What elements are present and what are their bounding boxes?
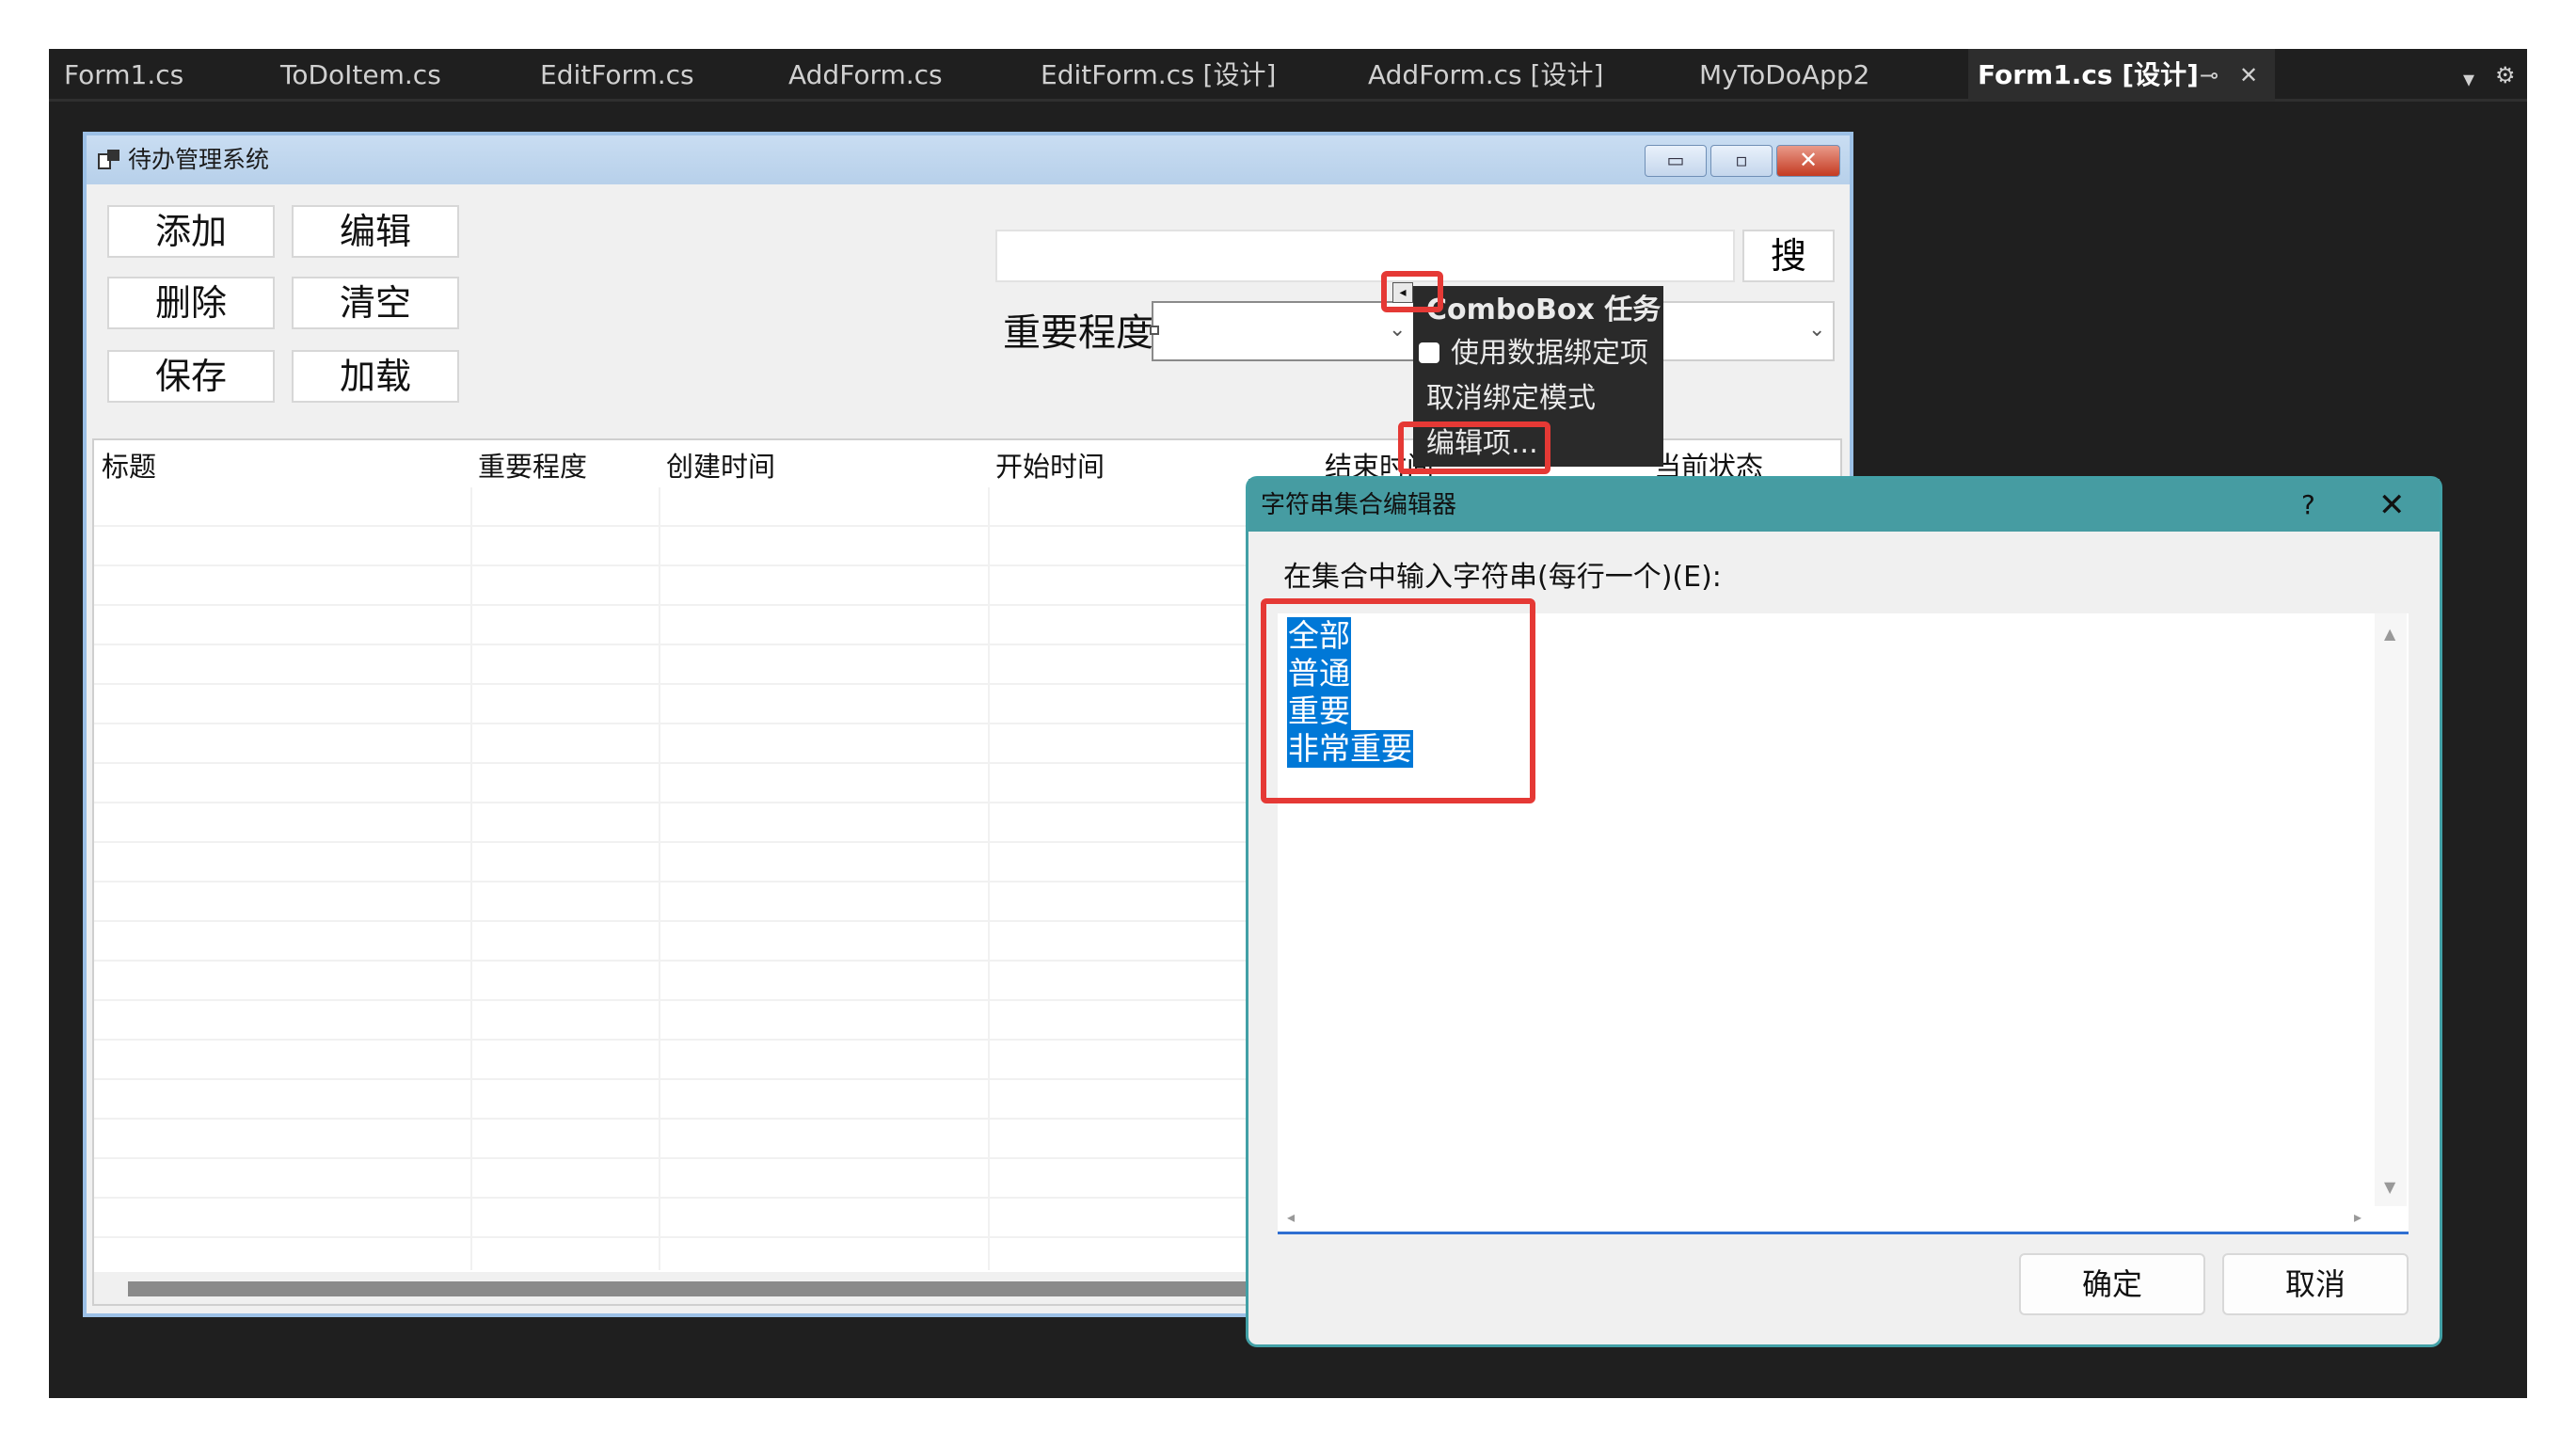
tab-dropdown-icon[interactable]: ▾: [2463, 53, 2474, 105]
collection-prompt-label: 在集合中输入字符串(每行一个)(E):: [1283, 561, 1722, 594]
listview-row-line: [94, 881, 1317, 883]
listview-row-line: [94, 564, 1317, 566]
form-title: 待办管理系统: [128, 146, 270, 173]
listview-row-line: [94, 802, 1317, 803]
minimize-button[interactable]: ▭: [1645, 145, 1707, 177]
highlight-string-items: [1261, 598, 1535, 803]
listview-row-line: [94, 1157, 1317, 1159]
dialog-title: 字符串集合编辑器: [1261, 491, 1457, 519]
listview-row-line: [94, 683, 1317, 685]
ok-button[interactable]: 确定: [2019, 1253, 2205, 1315]
edit-button[interactable]: 编辑: [292, 205, 459, 258]
column-header-start[interactable]: 开始时间: [995, 442, 1105, 491]
maximize-button[interactable]: ▫: [1710, 145, 1773, 177]
form-window-icon: [98, 150, 119, 169]
settings-icon[interactable]: ⚙: [2495, 49, 2516, 102]
listview-row-line: [94, 999, 1317, 1001]
tab-form1-design[interactable]: Form1.cs [设计]: [1968, 49, 2275, 102]
selection-handle[interactable]: [1150, 326, 1159, 335]
form-titlebar: [87, 135, 1850, 184]
tab-mytodoapp2[interactable]: MyToDoApp2: [1699, 49, 1869, 102]
tab-form1-cs[interactable]: Form1.cs: [64, 49, 183, 102]
search-input[interactable]: [995, 230, 1735, 282]
listview-row-line: [94, 723, 1317, 724]
scroll-left-icon[interactable]: ◂: [1287, 1208, 1295, 1226]
chevron-down-icon: ⌄: [1808, 318, 1826, 342]
tab-form1-design-label: Form1.cs [设计]: [1978, 59, 2199, 90]
importance-combobox[interactable]: ⌄: [1152, 301, 1415, 361]
tab-todoitem-cs[interactable]: ToDoItem.cs: [280, 49, 441, 102]
close-icon[interactable]: ✕: [2378, 479, 2406, 532]
importance-label: 重要程度: [1003, 311, 1153, 355]
scroll-right-icon[interactable]: ▸: [2354, 1208, 2361, 1226]
cancel-button[interactable]: 取消: [2222, 1253, 2409, 1315]
tab-addform-cs[interactable]: AddForm.cs: [788, 49, 943, 102]
tab-editform-cs[interactable]: EditForm.cs: [540, 49, 694, 102]
highlight-smart-tag-arrow: [1381, 271, 1443, 312]
add-button[interactable]: 添加: [107, 205, 275, 258]
unbind-mode-link[interactable]: 取消绑定模式: [1426, 380, 1596, 418]
use-data-bound-items-checkbox[interactable]: [1419, 342, 1439, 363]
listview-row-line: [94, 1039, 1317, 1041]
clear-button[interactable]: 清空: [292, 277, 459, 329]
listview-row-line: [94, 960, 1317, 962]
tab-editform-design[interactable]: EditForm.cs [设计]: [1041, 49, 1276, 102]
listview-row-line: [94, 644, 1317, 645]
status-combobox[interactable]: ⌄: [1645, 301, 1835, 361]
column-header-title[interactable]: 标题: [102, 442, 156, 491]
search-button[interactable]: 搜: [1742, 230, 1835, 282]
horizontal-scrollbar-thumb[interactable]: [128, 1281, 1295, 1296]
save-button[interactable]: 保存: [107, 350, 275, 403]
listview-row-line: [94, 1078, 1317, 1080]
tab-addform-design[interactable]: AddForm.cs [设计]: [1368, 49, 1603, 102]
pin-icon[interactable]: ⊸: [2200, 49, 2218, 102]
listview-row-line: [94, 920, 1317, 922]
listview-row-line: [94, 604, 1317, 606]
use-data-bound-items-label[interactable]: 使用数据绑定项: [1451, 335, 1648, 373]
listview-row-line: [94, 841, 1317, 843]
column-header-created[interactable]: 创建时间: [666, 442, 775, 491]
listview-row-line: [94, 762, 1317, 764]
help-icon[interactable]: ?: [2301, 479, 2315, 532]
listview-row-line: [94, 525, 1317, 527]
scroll-up-icon[interactable]: ▲: [2384, 625, 2395, 643]
close-form-button[interactable]: ✕: [1776, 145, 1840, 177]
chevron-down-icon: ⌄: [1389, 318, 1407, 342]
load-button[interactable]: 加载: [292, 350, 459, 403]
listview-row-line: [94, 1118, 1317, 1120]
close-tab-icon[interactable]: ✕: [2239, 49, 2258, 102]
delete-button[interactable]: 删除: [107, 277, 275, 329]
listview-row-line: [94, 1197, 1317, 1199]
scroll-down-icon[interactable]: ▼: [2384, 1178, 2395, 1196]
listview-row-line: [94, 1236, 1317, 1238]
smart-tag-title: ComboBox 任务: [1426, 294, 1662, 326]
column-header-importance[interactable]: 重要程度: [478, 442, 587, 491]
highlight-edit-items: [1398, 421, 1550, 474]
vertical-scrollbar[interactable]: [2375, 613, 2407, 1206]
